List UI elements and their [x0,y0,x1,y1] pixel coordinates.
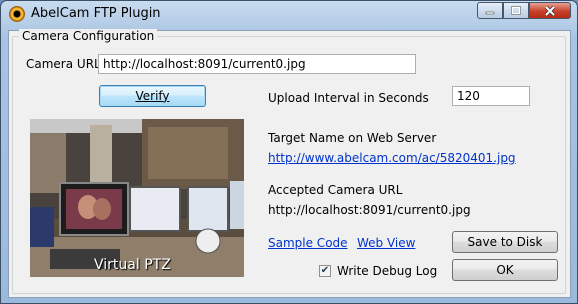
camera-url-label: Camera URL [26,57,101,71]
maximize-button[interactable] [503,2,529,19]
minimize-button[interactable] [477,2,503,19]
abelcam-eye-icon [9,6,25,22]
upload-interval-input[interactable]: 120 [452,86,530,106]
camera-preview: Virtual PTZ [30,119,244,277]
debug-log-label: Write Debug Log [337,264,438,278]
plugin-window: AbelCam FTP Plugin Camera Configuration … [0,0,578,304]
verify-button[interactable]: Verify [99,85,206,107]
title-bar[interactable]: AbelCam FTP Plugin [1,1,577,27]
ok-button-label: OK [496,263,514,277]
save-to-disk-button[interactable]: Save to Disk [452,231,558,253]
web-view-link[interactable]: Web View [357,236,415,250]
accepted-url-value: http://localhost:8091/current0.jpg [268,203,471,217]
target-name-link[interactable]: http://www.abelcam.com/ac/5820401.jpg [268,151,516,165]
group-title: Camera Configuration [19,29,158,43]
ok-button[interactable]: OK [452,259,558,281]
debug-log-checkbox[interactable]: ✔ Write Debug Log [319,264,437,278]
preview-overlay-text: Virtual PTZ [94,257,171,273]
dialog-client: Camera Configuration Camera URL http://l… [8,29,571,298]
checkmark-icon[interactable]: ✔ [319,265,331,277]
close-button[interactable] [529,2,571,19]
caption-buttons [477,2,571,20]
minimize-icon [485,11,495,14]
verify-button-label: Verify [135,89,170,103]
upload-interval-label: Upload Interval in Seconds [268,91,429,105]
camera-preview-image [30,119,244,277]
maximize-icon [511,6,521,15]
save-to-disk-label: Save to Disk [467,235,543,249]
camera-config-group: Camera Configuration Camera URL http://l… [12,29,566,294]
sample-code-link[interactable]: Sample Code [268,236,348,250]
camera-url-input[interactable]: http://localhost:8091/current0.jpg [98,54,416,74]
close-icon [544,5,556,16]
window-title: AbelCam FTP Plugin [31,6,161,21]
target-name-label: Target Name on Web Server [268,131,437,145]
accepted-url-label: Accepted Camera URL [268,183,403,197]
